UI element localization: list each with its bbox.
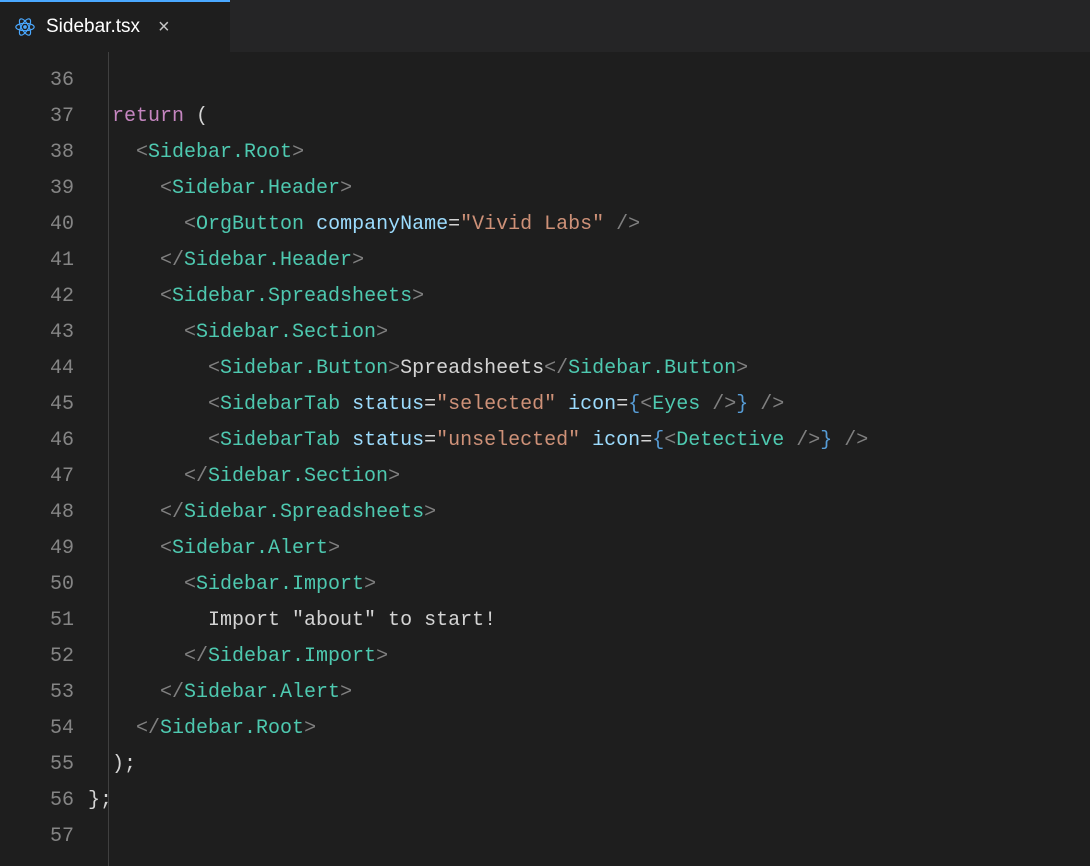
code-line[interactable]: <Sidebar.Root> <box>88 135 1090 171</box>
code-line[interactable]: <SidebarTab status="unselected" icon={<D… <box>88 423 1090 459</box>
line-number: 48 <box>0 495 88 531</box>
line-number: 43 <box>0 315 88 351</box>
line-number: 49 <box>0 531 88 567</box>
code-line[interactable]: </Sidebar.Section> <box>88 459 1090 495</box>
code-line[interactable]: <Sidebar.Button>Spreadsheets</Sidebar.Bu… <box>88 351 1090 387</box>
code-line[interactable]: ); <box>88 747 1090 783</box>
code-line[interactable]: </Sidebar.Spreadsheets> <box>88 495 1090 531</box>
code-line[interactable] <box>88 63 1090 99</box>
line-number: 57 <box>0 819 88 855</box>
code-line[interactable]: }; <box>88 783 1090 819</box>
line-number: 55 <box>0 747 88 783</box>
code-line[interactable]: <SidebarTab status="selected" icon={<Eye… <box>88 387 1090 423</box>
line-number: 54 <box>0 711 88 747</box>
code-line[interactable]: <Sidebar.Alert> <box>88 531 1090 567</box>
line-number: 50 <box>0 567 88 603</box>
line-number: 47 <box>0 459 88 495</box>
code-line[interactable]: <Sidebar.Spreadsheets> <box>88 279 1090 315</box>
line-number: 46 <box>0 423 88 459</box>
line-number: 44 <box>0 351 88 387</box>
line-number: 51 <box>0 603 88 639</box>
code-line[interactable]: <Sidebar.Import> <box>88 567 1090 603</box>
react-icon <box>14 16 36 38</box>
code-line[interactable]: <Sidebar.Header> <box>88 171 1090 207</box>
code-line[interactable]: </Sidebar.Root> <box>88 711 1090 747</box>
code-line[interactable] <box>88 819 1090 855</box>
editor-pane: 3637383940414243444546474849505152535455… <box>0 52 1090 866</box>
code-line[interactable]: return ( <box>88 99 1090 135</box>
tab-filename: Sidebar.tsx <box>46 16 140 38</box>
line-number: 38 <box>0 135 88 171</box>
line-number: 39 <box>0 171 88 207</box>
line-number: 40 <box>0 207 88 243</box>
close-icon[interactable]: × <box>156 15 172 39</box>
code-line[interactable]: </Sidebar.Import> <box>88 639 1090 675</box>
line-number: 53 <box>0 675 88 711</box>
code-line[interactable]: <Sidebar.Section> <box>88 315 1090 351</box>
line-number: 42 <box>0 279 88 315</box>
code-line[interactable]: </Sidebar.Header> <box>88 243 1090 279</box>
line-number: 41 <box>0 243 88 279</box>
code-line[interactable]: <OrgButton companyName="Vivid Labs" /> <box>88 207 1090 243</box>
line-number: 37 <box>0 99 88 135</box>
line-number: 52 <box>0 639 88 675</box>
line-number: 56 <box>0 783 88 819</box>
code-line[interactable]: </Sidebar.Alert> <box>88 675 1090 711</box>
code-area[interactable]: return ( <Sidebar.Root> <Sidebar.Header>… <box>88 52 1090 866</box>
line-number: 36 <box>0 63 88 99</box>
code-line[interactable]: Import "about" to start! <box>88 603 1090 639</box>
line-number-gutter: 3637383940414243444546474849505152535455… <box>0 52 88 866</box>
file-tab[interactable]: Sidebar.tsx × <box>0 0 230 52</box>
tab-bar: Sidebar.tsx × <box>0 0 1090 52</box>
line-number: 45 <box>0 387 88 423</box>
